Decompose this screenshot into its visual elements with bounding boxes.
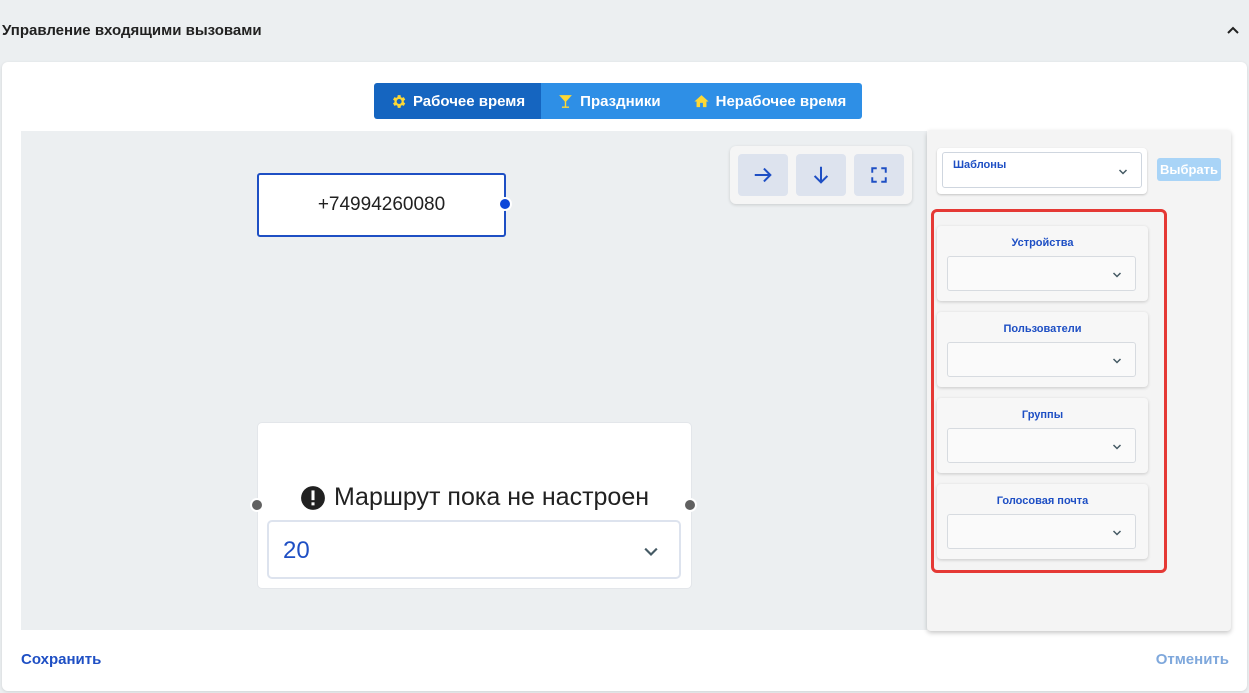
group-label: Группы [1021,409,1064,421]
templates-label: Шаблоны [953,159,1007,171]
chevron-down-icon [1112,444,1122,450]
chevron-down-icon [1112,272,1122,278]
section-title: Управление входящими вызовами [2,22,262,39]
group-users: Пользователи [937,312,1148,387]
flow-canvas[interactable]: +74994260080 Маршрут пока не настроен 20 [21,131,927,630]
chevron-down-icon [1118,169,1128,175]
group-devices: Устройства [937,226,1148,301]
choose-template-button[interactable]: Выбрать [1157,158,1221,181]
route-timeout-value: 20 [283,537,310,564]
arrow-right-icon [754,167,772,183]
route-status: Маршрут пока не настроен [258,483,691,512]
tab-holidays[interactable]: Праздники [541,83,677,119]
route-node[interactable]: Маршрут пока не настроен 20 [258,423,691,588]
exclamation-circle-icon [301,485,325,510]
tab-non-working-time[interactable]: Нерабочее время [676,83,863,119]
group-label: Пользователи [1003,323,1082,335]
fit-view-button[interactable] [854,154,904,196]
cocktail-icon [559,94,573,108]
chevron-down-icon [1112,358,1122,364]
cancel-button[interactable]: Отменить [1156,651,1229,668]
output-port[interactable] [498,197,512,211]
chevron-up-icon[interactable] [1225,22,1241,38]
route-status-text: Маршрут пока не настроен [333,483,650,511]
tab-working-time[interactable]: Рабочее время [374,83,542,119]
templates-box: Шаблоны [937,148,1147,194]
gear-icon [393,94,406,108]
devices-select[interactable] [947,256,1136,291]
components-panel: Шаблоны Выбрать Устройства Пользователи … [927,130,1231,631]
groups-select[interactable] [947,428,1136,463]
group-label: Голосовая почта [996,495,1089,507]
group-label: Устройства [1011,237,1074,249]
canvas-toolbar [730,146,912,204]
templates-select[interactable]: Шаблоны [942,152,1142,188]
tab-label: Нерабочее время [715,92,847,110]
phone-number: +74994260080 [317,194,446,215]
users-select[interactable] [947,342,1136,377]
schedule-tabs: Рабочее время Праздники Нерабочее время [374,83,863,119]
arrow-down-icon [813,166,829,184]
fullscreen-icon [871,167,887,183]
output-port[interactable] [683,498,697,512]
save-button[interactable]: Сохранить [21,651,101,668]
group-voicemail: Голосовая почта [937,484,1148,559]
chevron-down-icon [1112,530,1122,536]
tab-label: Рабочее время [413,92,526,110]
chevron-down-icon [644,547,658,557]
phone-number-node[interactable]: +74994260080 [257,173,506,237]
route-timeout-select[interactable]: 20 [267,520,681,579]
section-header: Управление входящими вызовами [0,0,1249,62]
call-routing-card: Рабочее время Праздники Нерабочее время … [2,62,1247,691]
layout-vertical-button[interactable] [796,154,846,196]
home-icon [694,94,709,107]
voicemail-select[interactable] [947,514,1136,549]
tab-label: Праздники [580,92,661,110]
input-port[interactable] [250,498,264,512]
layout-horizontal-button[interactable] [738,154,788,196]
group-groups: Группы [937,398,1148,473]
